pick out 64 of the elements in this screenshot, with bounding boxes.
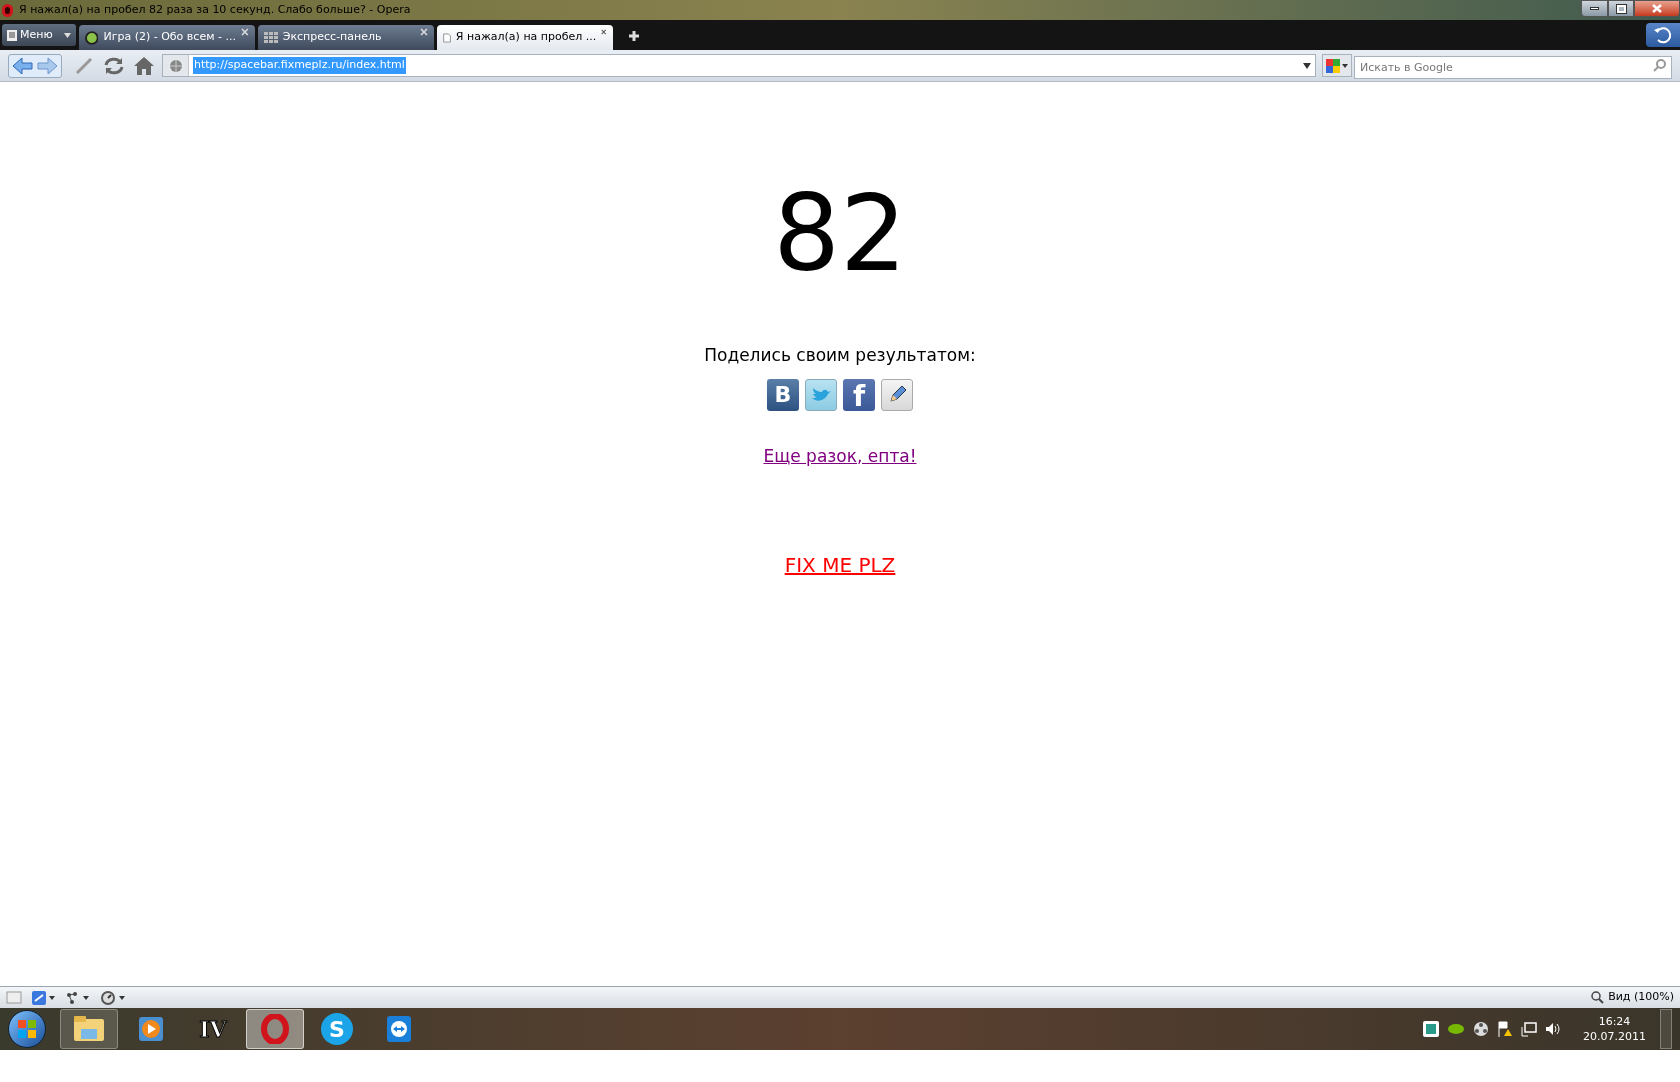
speaker-icon[interactable] (1545, 1021, 1561, 1037)
globe-icon (168, 58, 183, 73)
restore-button[interactable] (1608, 0, 1634, 17)
browser-tab[interactable]: Игра (2) - Обо всем - ... (78, 25, 255, 50)
close-tab-icon[interactable] (601, 28, 607, 36)
browser-tab[interactable]: Я нажал(а) на пробел ... (436, 25, 613, 50)
network-icon[interactable] (1521, 1021, 1537, 1037)
search-icon[interactable] (1653, 58, 1667, 72)
clock-date: 20.07.2011 (1583, 1029, 1646, 1044)
circle-icon (84, 30, 99, 45)
tab-label: Экспресс-панель (282, 29, 383, 46)
twitter-share-button[interactable] (805, 378, 837, 411)
network-icon[interactable] (66, 990, 90, 1005)
skype-icon: S (321, 1013, 353, 1045)
taskbar-button[interactable] (60, 1009, 118, 1049)
opera-icon (2, 3, 13, 17)
search-engine-button[interactable] (1322, 54, 1352, 77)
vk-share-button[interactable]: B (767, 378, 799, 411)
pencil-icon (887, 384, 907, 405)
window-title: Я нажал(а) на пробел 82 раза за 10 секунд. Слабо больше? - Opera (19, 1, 411, 18)
caret-icon (1342, 63, 1348, 68)
fix-me-link[interactable]: FIX ME PLZ (784, 550, 896, 580)
menu-button[interactable]: Меню (2, 24, 76, 46)
reel-icon[interactable] (1473, 1021, 1489, 1037)
graphics-icon[interactable] (1447, 1023, 1465, 1035)
dropdown-arrow-icon[interactable] (1303, 62, 1311, 69)
windows-logo (17, 1019, 37, 1039)
start-button[interactable] (8, 1010, 46, 1048)
bird-icon (810, 385, 832, 404)
zoom-button[interactable]: Вид (100%) (1591, 989, 1674, 1006)
clock[interactable]: 16:24 20.07.2011 (1583, 1014, 1646, 1044)
tray-app-icon[interactable] (1423, 1021, 1439, 1037)
play-icon (137, 1015, 165, 1043)
new-tab-icon[interactable] (627, 30, 640, 42)
tab-label: Игра (2) - Обо всем - ... (103, 29, 236, 46)
score-number: 82 (773, 182, 907, 287)
speedometer-icon[interactable] (100, 989, 126, 1006)
menu-icon (7, 29, 17, 41)
flag-warning-icon[interactable] (1497, 1021, 1513, 1037)
url-text: http://spacebar.fixmeplz.ru/index.html (193, 57, 406, 74)
play-again-link[interactable]: Еще разок, епта! (763, 443, 917, 469)
taskbar-button[interactable]: IV (184, 1009, 242, 1049)
page-icon (442, 30, 451, 45)
tab-label: Я нажал(а) на пробел ... (455, 29, 597, 46)
search-engine-icon (1326, 58, 1340, 73)
caret-icon (63, 32, 71, 38)
facebook-share-button[interactable]: f (843, 378, 875, 411)
search-field[interactable]: Искать в Google (1354, 56, 1672, 79)
opera-icon (260, 1014, 290, 1044)
sync-icon[interactable] (32, 990, 56, 1005)
undo-arrow-icon (1653, 26, 1673, 44)
browser-tab[interactable]: Экспресс-панель (257, 25, 434, 50)
grid-icon (263, 31, 278, 44)
clock-time: 16:24 (1598, 1014, 1631, 1029)
close-button[interactable] (1634, 0, 1680, 17)
game-logo: IV (199, 1018, 227, 1040)
folder-icon (73, 1015, 105, 1043)
teamviewer-icon (386, 1015, 412, 1043)
magnifier-icon (1591, 991, 1605, 1004)
share-label: Поделись своим результатом: (704, 344, 976, 367)
close-icon (1652, 4, 1662, 13)
home-icon[interactable] (132, 54, 156, 77)
edit-share-button[interactable] (881, 378, 913, 411)
minimize-button[interactable] (1581, 0, 1608, 17)
